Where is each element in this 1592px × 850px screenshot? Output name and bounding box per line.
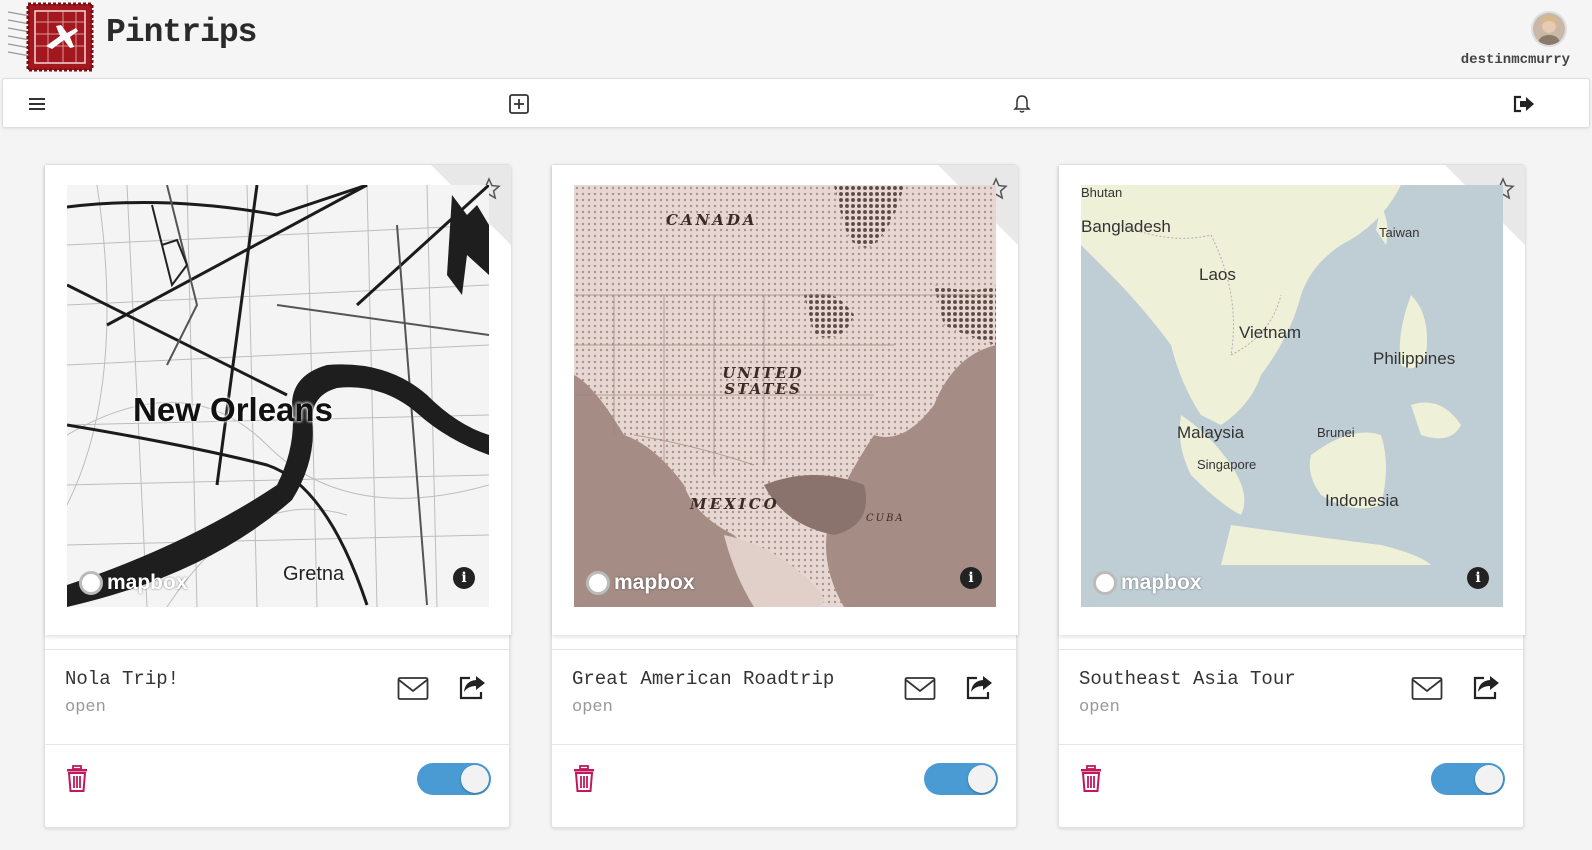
- mapbox-wordmark: mapbox: [614, 571, 695, 594]
- toggle-knob: [461, 765, 489, 793]
- trip-status: open: [65, 698, 106, 717]
- map-label: UNITED STATES: [722, 364, 804, 398]
- username[interactable]: destinmcmurry: [1461, 52, 1570, 68]
- mapbox-logo-icon: [1093, 571, 1117, 595]
- envelope-icon[interactable]: [1411, 676, 1445, 704]
- mapbox-logo-icon: [586, 571, 610, 595]
- trip-title[interactable]: Southeast Asia Tour: [1079, 668, 1296, 690]
- map-label: Philippines: [1373, 349, 1456, 368]
- toggle-knob: [968, 765, 996, 793]
- envelope-icon[interactable]: [397, 676, 431, 704]
- share-icon[interactable]: [965, 672, 997, 702]
- mapbox-attribution[interactable]: mapbox: [1093, 571, 1202, 595]
- map-label: Brunei: [1317, 425, 1355, 440]
- mapbox-attribution[interactable]: mapbox: [79, 571, 188, 595]
- trip-status: open: [1079, 698, 1120, 717]
- trip-footer: [45, 745, 511, 829]
- toggle-knob: [1475, 765, 1503, 793]
- trip-footer: [1059, 745, 1525, 829]
- map-label: Laos: [1199, 265, 1236, 284]
- trip-footer: [552, 745, 1018, 829]
- mapbox-wordmark: mapbox: [107, 571, 188, 594]
- map-label: Vietnam: [1239, 323, 1302, 342]
- trip-info: Southeast Asia Tour open: [1059, 649, 1525, 745]
- trip-map[interactable]: New Orleans Gretna mapbox i: [67, 185, 489, 607]
- brand-title: Pintrips: [106, 14, 257, 51]
- map-label: MEXICO: [690, 495, 780, 513]
- map-label: Gretna: [283, 563, 345, 585]
- info-icon[interactable]: i: [453, 567, 475, 589]
- info-icon[interactable]: i: [1467, 567, 1489, 589]
- trash-icon[interactable]: [572, 765, 596, 793]
- map-label: Malaysia: [1177, 423, 1245, 442]
- trip-card[interactable]: New Orleans Gretna mapbox i Nola Trip! o…: [44, 164, 511, 829]
- map-label: Indonesia: [1325, 491, 1399, 510]
- add-trip-icon[interactable]: [507, 92, 531, 116]
- trip-toggle[interactable]: [1431, 763, 1505, 795]
- trip-map-container: CANADA UNITED STATES MEXICO CUBA mapbox …: [552, 165, 1018, 635]
- trip-map[interactable]: Bhutan Bangladesh Taiwan Laos Vietnam Ph…: [1081, 185, 1503, 607]
- envelope-icon[interactable]: [904, 676, 938, 704]
- map-label: Bangladesh: [1081, 217, 1171, 236]
- mapbox-attribution[interactable]: mapbox: [586, 571, 695, 595]
- trip-map-container: New Orleans Gretna mapbox i: [45, 165, 511, 635]
- hamburger-menu-icon[interactable]: [25, 92, 49, 116]
- trip-info: Great American Roadtrip open: [552, 649, 1018, 745]
- app-header: Pintrips destinmcmurry: [0, 0, 1592, 76]
- map-label: New Orleans: [133, 391, 333, 428]
- trip-toggle[interactable]: [417, 763, 491, 795]
- pintrips-logo[interactable]: [7, 2, 94, 72]
- info-icon[interactable]: i: [960, 567, 982, 589]
- trip-map[interactable]: CANADA UNITED STATES MEXICO CUBA mapbox …: [574, 185, 996, 607]
- map-label: Taiwan: [1379, 225, 1420, 240]
- trash-icon[interactable]: [65, 765, 89, 793]
- user-avatar[interactable]: [1531, 11, 1567, 47]
- map-label: Singapore: [1197, 457, 1257, 472]
- mapbox-wordmark: mapbox: [1121, 571, 1202, 594]
- map-label: CANADA: [666, 211, 758, 229]
- map-label: Bhutan: [1081, 185, 1123, 200]
- map-label: CUBA: [866, 513, 905, 524]
- trip-info: Nola Trip! open: [45, 649, 511, 745]
- logout-icon[interactable]: [1512, 92, 1536, 116]
- mapbox-logo-icon: [79, 571, 103, 595]
- trip-status: open: [572, 698, 613, 717]
- trash-icon[interactable]: [1079, 765, 1103, 793]
- share-icon[interactable]: [458, 672, 490, 702]
- trip-title[interactable]: Great American Roadtrip: [572, 668, 834, 690]
- trip-card[interactable]: Bhutan Bangladesh Taiwan Laos Vietnam Ph…: [1058, 164, 1525, 829]
- trip-map-container: Bhutan Bangladesh Taiwan Laos Vietnam Ph…: [1059, 165, 1525, 635]
- trip-toggle[interactable]: [924, 763, 998, 795]
- bell-icon[interactable]: [1010, 92, 1034, 116]
- trip-title[interactable]: Nola Trip!: [65, 668, 179, 690]
- trip-card[interactable]: CANADA UNITED STATES MEXICO CUBA mapbox …: [551, 164, 1018, 829]
- top-toolbar: [2, 78, 1590, 128]
- share-icon[interactable]: [1472, 672, 1504, 702]
